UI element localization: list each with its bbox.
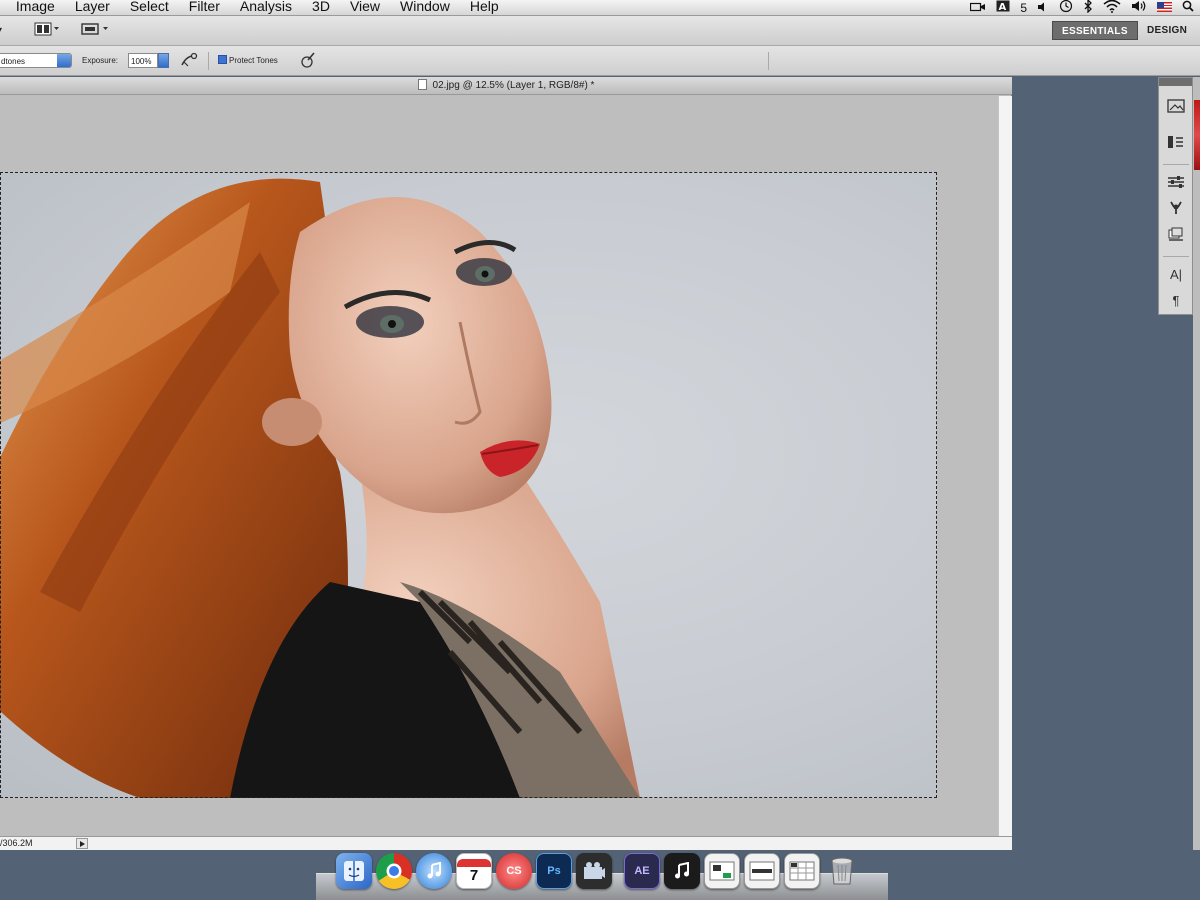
panel-separator — [1163, 164, 1189, 165]
trash-icon[interactable] — [824, 853, 860, 889]
protect-tones-checkbox[interactable]: Protect Tones — [218, 53, 278, 68]
document-size-text: /306.2M — [0, 838, 33, 848]
color-swatch-preview — [1194, 100, 1200, 170]
adobe-updater-icon[interactable]: A — [996, 0, 1010, 16]
menu-help[interactable]: Help — [470, 0, 499, 15]
exposure-label: Exposure: — [82, 56, 119, 65]
airbrush-icon[interactable] — [180, 52, 198, 67]
music-app-icon[interactable] — [664, 853, 700, 889]
window-thumbnail-3[interactable] — [784, 853, 820, 889]
menu-analysis[interactable]: Analysis — [240, 0, 292, 15]
protect-tones-label: Protect Tones — [229, 56, 278, 65]
navigator-icon[interactable] — [1164, 98, 1188, 120]
canvas-area[interactable] — [0, 96, 998, 836]
screen-mode-button[interactable] — [80, 22, 110, 39]
menu-filter[interactable]: Filter — [189, 0, 220, 15]
history-icon[interactable] — [1164, 134, 1188, 156]
arrange-documents-button[interactable] — [34, 22, 60, 39]
character-icon[interactable]: A| — [1164, 264, 1188, 286]
ical-day: 7 — [469, 866, 479, 884]
ical-header — [457, 858, 491, 867]
menu-layer[interactable]: Layer — [75, 0, 110, 15]
updater-badge: 5 — [1020, 1, 1027, 15]
mac-menu-bar: t Image Layer Select Filter Analysis 3D … — [0, 0, 1200, 16]
time-machine-icon[interactable] — [1059, 0, 1073, 17]
panel-separator-2 — [1163, 256, 1189, 257]
layers-icon[interactable] — [1164, 226, 1188, 248]
adjustments-icon[interactable] — [1164, 174, 1188, 196]
us-flag-icon[interactable] — [1157, 0, 1172, 16]
range-value: dtones — [1, 57, 26, 66]
ical-icon[interactable]: 7 — [456, 853, 492, 889]
checkbox-checked-icon — [218, 55, 227, 64]
application-bar: ▾ ESSENTIALS DESIGN — [0, 16, 1200, 46]
chrome-icon[interactable] — [376, 853, 412, 889]
menu-status-area: A 5 — [970, 0, 1194, 16]
clone-source-icon[interactable] — [1164, 200, 1188, 222]
expanded-panel-edge — [1193, 77, 1200, 850]
spotlight-icon[interactable] — [1182, 0, 1194, 16]
bridge-dropdown[interactable]: ▾ — [0, 23, 2, 37]
bluetooth-icon[interactable] — [1083, 0, 1093, 17]
menu-view[interactable]: View — [350, 0, 380, 15]
menu-list: t Image Layer Select Filter Analysis 3D … — [0, 0, 519, 15]
portrait-image — [0, 178, 640, 798]
status-menu-arrow-icon[interactable] — [76, 838, 88, 849]
menu-select[interactable]: Select — [130, 0, 169, 15]
volume-icon[interactable] — [1131, 0, 1147, 16]
menu-window[interactable]: Window — [400, 0, 450, 15]
cs-live-icon[interactable]: CS — [496, 853, 532, 889]
document-status-bar: /306.2M — [0, 836, 1012, 850]
options-divider-right — [768, 52, 769, 70]
svg-text:A: A — [999, 2, 1007, 12]
document-icon — [417, 79, 427, 90]
menu-image[interactable]: Image — [16, 0, 55, 15]
window-thumbnail-1[interactable] — [704, 853, 740, 889]
up-down-arrows-icon — [57, 54, 71, 67]
mac-dock: 7 CS Ps AE — [336, 853, 860, 889]
speaker-small-icon[interactable] — [1037, 0, 1049, 16]
tool-options-bar: dtones Exposure: 100% Protect Tones — [0, 46, 1200, 76]
tablet-pressure-icon[interactable] — [298, 51, 316, 68]
workspace-design[interactable]: DESIGN — [1138, 21, 1196, 40]
document-tab[interactable]: 02.jpg @ 12.5% (Layer 1, RGB/8#) * — [0, 77, 1012, 95]
panel-grip[interactable] — [1159, 78, 1192, 86]
menu-3d[interactable]: 3D — [312, 0, 330, 15]
range-select[interactable]: dtones — [0, 53, 72, 68]
exposure-input[interactable]: 100% — [128, 53, 158, 68]
itunes-icon[interactable] — [416, 853, 452, 889]
paragraph-icon[interactable]: ¶ — [1164, 290, 1188, 312]
vertical-scrollbar[interactable] — [998, 96, 1012, 836]
wifi-icon[interactable] — [1103, 0, 1121, 17]
window-thumbnail-2[interactable] — [744, 853, 780, 889]
collapsed-panel-strip: A| ¶ — [1158, 77, 1193, 315]
after-effects-icon[interactable]: AE — [624, 853, 660, 889]
workspace-essentials[interactable]: ESSENTIALS — [1052, 21, 1138, 40]
finder-icon[interactable] — [336, 853, 372, 889]
imovie-icon[interactable] — [576, 853, 612, 889]
document-window: 02.jpg @ 12.5% (Layer 1, RGB/8#) * /306.… — [0, 77, 1012, 850]
document-title: 02.jpg @ 12.5% (Layer 1, RGB/8#) * — [432, 80, 595, 91]
exposure-slider-toggle[interactable] — [158, 53, 169, 68]
photo-layer[interactable] — [0, 172, 937, 798]
camera-icon[interactable] — [970, 0, 986, 16]
options-divider — [208, 52, 209, 70]
photoshop-icon[interactable]: Ps — [536, 853, 572, 889]
